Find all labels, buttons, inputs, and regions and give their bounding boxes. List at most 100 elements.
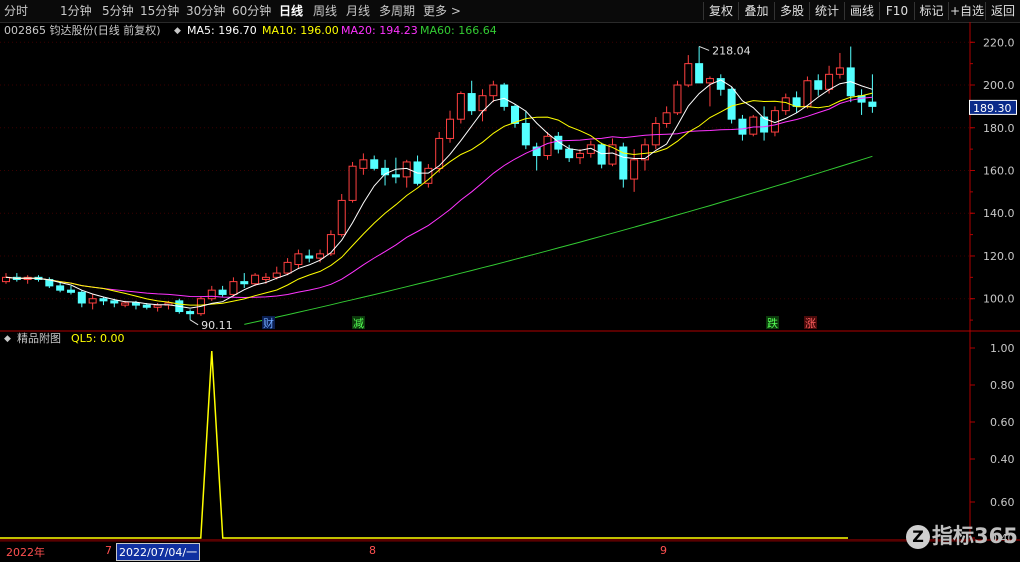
toolbar-button-7[interactable]: +自选	[948, 2, 985, 20]
candle[interactable]	[500, 82, 509, 111]
candle[interactable]	[489, 80, 498, 103]
candle[interactable]	[792, 91, 801, 113]
candle[interactable]	[478, 89, 487, 122]
event-tag[interactable]: 财	[262, 316, 275, 330]
period-tab-2[interactable]: 5分钟	[102, 3, 134, 19]
candle[interactable]	[640, 138, 649, 171]
candle-body	[326, 234, 335, 255]
candle[interactable]	[45, 277, 54, 289]
candle[interactable]	[348, 161, 357, 203]
watermark-logo: Z 指标365	[906, 520, 1018, 550]
candle[interactable]	[835, 52, 844, 79]
period-tab-5[interactable]: 60分钟	[232, 3, 271, 19]
time-axis-label: 2022/07/04/一	[116, 543, 201, 561]
candle[interactable]	[370, 155, 379, 171]
candle[interactable]	[207, 285, 216, 301]
toolbar-button-3[interactable]: 统计	[809, 2, 844, 20]
candle[interactable]	[2, 273, 10, 284]
sub-legend-toggle-icon[interactable]: ◆	[4, 331, 11, 347]
candle[interactable]	[229, 277, 238, 297]
period-tab-3[interactable]: 15分钟	[140, 3, 179, 19]
candle-body	[868, 101, 877, 107]
toolbar-button-2[interactable]: 多股	[774, 2, 809, 20]
candle[interactable]	[749, 114, 758, 137]
candle[interactable]	[857, 89, 866, 115]
candle[interactable]	[738, 114, 747, 141]
event-tag[interactable]: 减	[352, 316, 365, 330]
candle[interactable]	[294, 249, 303, 269]
candle[interactable]	[705, 76, 714, 107]
event-tag[interactable]: 跌	[766, 316, 779, 330]
candle[interactable]	[424, 164, 433, 188]
candle[interactable]	[716, 74, 725, 96]
candle-body	[56, 285, 65, 291]
high-marker-arrow	[698, 45, 710, 51]
candle[interactable]	[511, 104, 520, 128]
candle[interactable]	[240, 273, 249, 289]
candle[interactable]	[760, 106, 769, 141]
kline-chart[interactable]: 220.0 200.0 180.0 160.0 140.0 120.0 100.0 218.0…	[0, 22, 1020, 561]
candle-body	[825, 73, 834, 90]
candle[interactable]	[218, 285, 227, 297]
event-tag[interactable]: 涨	[804, 316, 817, 330]
period-tab-9[interactable]: 多周期	[379, 3, 415, 19]
candle[interactable]	[186, 309, 195, 320]
candle-body	[186, 311, 195, 315]
candle-body	[110, 300, 119, 304]
candle[interactable]	[651, 117, 660, 150]
candle[interactable]	[402, 159, 411, 188]
event-tag-label: 财	[263, 316, 274, 330]
toolbar-button-1[interactable]: 叠加	[738, 2, 774, 20]
candle[interactable]	[23, 275, 32, 284]
period-tab-10[interactable]: 更多 >	[423, 3, 461, 19]
candle[interactable]	[305, 249, 314, 263]
candle[interactable]	[630, 149, 639, 192]
candle[interactable]	[597, 142, 606, 169]
candle[interactable]	[467, 80, 476, 115]
toolbar-button-5[interactable]: F10	[879, 2, 914, 20]
candle[interactable]	[781, 93, 790, 115]
candle[interactable]	[619, 142, 628, 188]
time-axis[interactable]: 2022年 7 2022/07/04/一 8 9	[0, 541, 970, 562]
period-tab-4[interactable]: 30分钟	[186, 3, 225, 19]
candle-body	[272, 272, 281, 278]
candle[interactable]	[12, 273, 21, 282]
event-tag-label: 跌	[767, 316, 778, 330]
period-tab-6[interactable]: 日线	[279, 3, 303, 19]
candle[interactable]	[77, 290, 86, 308]
candle-body	[348, 165, 357, 201]
candle[interactable]	[88, 294, 97, 310]
period-tab-8[interactable]: 月线	[346, 3, 370, 19]
candle[interactable]	[608, 138, 617, 167]
candle[interactable]	[337, 194, 346, 237]
candle[interactable]	[695, 46, 704, 84]
candle[interactable]	[684, 55, 693, 88]
period-tab-0[interactable]: 分时	[4, 3, 28, 19]
candle-body	[294, 253, 303, 266]
period-tab-7[interactable]: 周线	[313, 3, 337, 19]
candle[interactable]	[66, 285, 75, 295]
candle[interactable]	[521, 110, 530, 150]
candle[interactable]	[554, 132, 563, 154]
candle[interactable]	[359, 153, 368, 175]
candle[interactable]	[673, 80, 682, 115]
candle[interactable]	[435, 132, 444, 173]
candle-body	[153, 304, 162, 308]
period-tab-1[interactable]: 1分钟	[60, 3, 92, 19]
candle-body	[456, 93, 465, 120]
candle[interactable]	[814, 74, 823, 96]
sub-y-tick-label: 0.40	[990, 453, 1015, 466]
toolbar-button-0[interactable]: 复权	[703, 2, 738, 20]
candle[interactable]	[662, 106, 671, 128]
legend-toggle-icon[interactable]: ◆	[174, 23, 181, 39]
toolbar-button-4[interactable]: 画线	[844, 2, 879, 20]
time-axis-label: 9	[660, 544, 667, 557]
candle[interactable]	[543, 132, 552, 160]
candle[interactable]	[846, 46, 855, 103]
toolbar-button-6[interactable]: 标记	[914, 2, 948, 20]
candle[interactable]	[575, 149, 584, 165]
toolbar-button-8[interactable]: 返回	[985, 2, 1020, 20]
candle[interactable]	[413, 155, 422, 186]
candle[interactable]	[456, 91, 465, 124]
candle[interactable]	[446, 110, 455, 143]
